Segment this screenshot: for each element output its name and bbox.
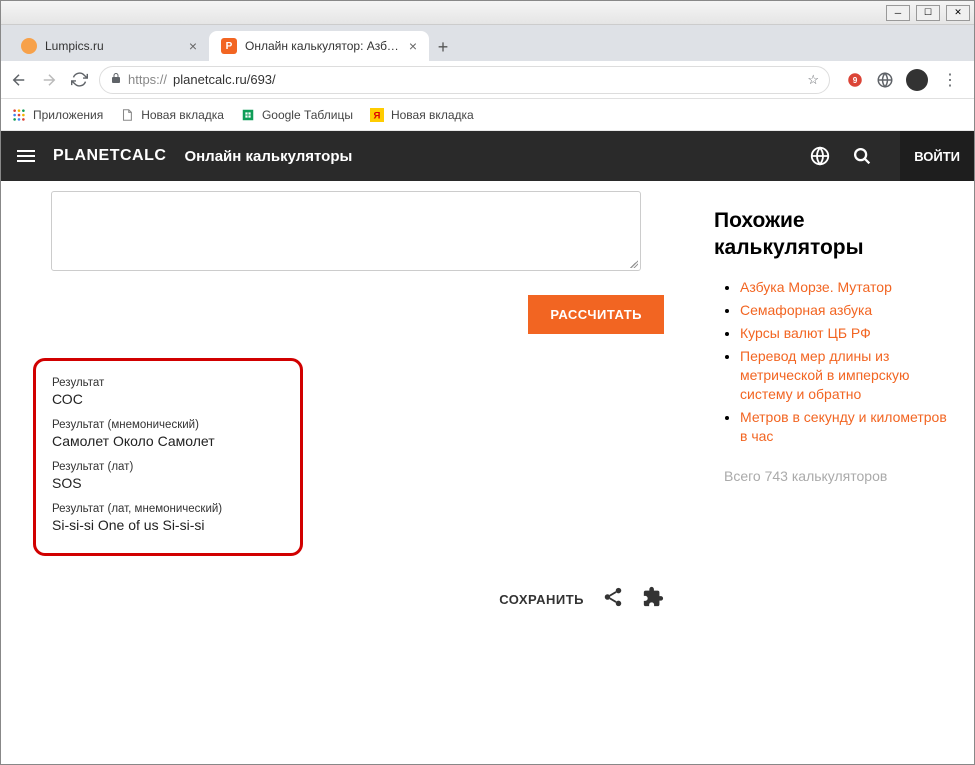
reload-button[interactable] bbox=[69, 70, 89, 90]
back-button[interactable] bbox=[9, 70, 29, 90]
related-link[interactable]: Курсы валют ЦБ РФ bbox=[740, 325, 871, 341]
minimize-button[interactable]: ─ bbox=[886, 5, 910, 21]
apps-icon bbox=[11, 107, 27, 123]
svg-text:Я: Я bbox=[374, 110, 381, 121]
bookmark-item[interactable]: Я Новая вкладка bbox=[369, 107, 474, 123]
menu-button[interactable]: ⋮ bbox=[940, 70, 960, 90]
tab-lumpics[interactable]: Lumpics.ru × bbox=[9, 31, 209, 61]
content-area: РАССЧИТАТЬ Результат СОС Результат (мнем… bbox=[1, 181, 974, 765]
bookmark-item[interactable]: Google Таблицы bbox=[240, 107, 353, 123]
search-icon[interactable] bbox=[850, 144, 874, 168]
share-icon[interactable] bbox=[602, 586, 624, 613]
close-tab-icon[interactable]: × bbox=[409, 38, 417, 54]
main-column: РАССЧИТАТЬ Результат СОС Результат (мнем… bbox=[21, 191, 714, 765]
menu-icon[interactable] bbox=[17, 150, 35, 162]
sidebar: Похожие калькуляторы Азбука Морзе. Мутат… bbox=[714, 191, 954, 765]
list-item: Метров в секунду и километров в час bbox=[740, 408, 954, 446]
result-label: Результат (лат) bbox=[52, 461, 284, 473]
page-icon bbox=[119, 107, 135, 123]
plugin-icon[interactable] bbox=[642, 586, 664, 613]
apps-button[interactable]: Приложения bbox=[11, 107, 103, 123]
tab-strip: Lumpics.ru × P Онлайн калькулятор: Азбук… bbox=[1, 25, 974, 61]
related-link[interactable]: Перевод мер длины из метрической в импер… bbox=[740, 348, 910, 402]
site-header: PLANETCALC Онлайн калькуляторы ВОЙТИ bbox=[1, 131, 974, 181]
url-input[interactable]: https:// planetcalc.ru/693/ ☆ bbox=[99, 66, 830, 94]
result-value: Самолет Около Самолет bbox=[52, 433, 284, 449]
url-scheme: https:// bbox=[128, 72, 167, 87]
bookmark-label: Приложения bbox=[33, 108, 103, 122]
tab-title: Онлайн калькулятор: Азбука М… bbox=[245, 39, 401, 53]
list-item: Перевод мер длины из метрической в импер… bbox=[740, 347, 954, 404]
logo-text[interactable]: PLANETCALC bbox=[53, 147, 166, 165]
language-icon[interactable] bbox=[808, 144, 832, 168]
new-tab-button[interactable]: + bbox=[429, 33, 457, 61]
related-link[interactable]: Азбука Морзе. Мутатор bbox=[740, 279, 892, 295]
sheets-icon bbox=[240, 107, 256, 123]
header-subtitle: Онлайн калькуляторы bbox=[184, 148, 352, 165]
save-button[interactable]: СОХРАНИТЬ bbox=[499, 592, 584, 607]
yandex-icon: Я bbox=[369, 107, 385, 123]
bookmark-label: Google Таблицы bbox=[262, 108, 353, 122]
results-panel: Результат СОС Результат (мнемонический) … bbox=[33, 358, 303, 556]
extension-icon[interactable]: 9 bbox=[846, 71, 864, 89]
svg-text:9: 9 bbox=[853, 76, 858, 85]
favicon-icon: P bbox=[221, 38, 237, 54]
actions-row: СОХРАНИТЬ bbox=[21, 586, 664, 613]
address-bar: https:// planetcalc.ru/693/ ☆ 9 ⋮ bbox=[1, 61, 974, 99]
input-textarea[interactable] bbox=[51, 191, 641, 271]
extension-icon[interactable] bbox=[876, 71, 894, 89]
total-count: Всего 743 калькуляторов bbox=[714, 466, 954, 487]
related-link[interactable]: Семафорная азбука bbox=[740, 302, 872, 318]
result-label: Результат bbox=[52, 377, 284, 389]
list-item: Азбука Морзе. Мутатор bbox=[740, 278, 954, 297]
sidebar-title: Похожие калькуляторы bbox=[714, 207, 954, 262]
maximize-button[interactable]: ☐ bbox=[916, 5, 940, 21]
star-icon[interactable]: ☆ bbox=[807, 72, 819, 88]
window-titlebar: ─ ☐ ✕ bbox=[1, 1, 974, 25]
browser-window: ─ ☐ ✕ Lumpics.ru × P Онлайн калькулятор:… bbox=[0, 0, 975, 765]
forward-button[interactable] bbox=[39, 70, 59, 90]
favicon-icon bbox=[21, 38, 37, 54]
tab-planetcalc[interactable]: P Онлайн калькулятор: Азбука М… × bbox=[209, 31, 429, 61]
extensions-area: 9 ⋮ bbox=[840, 69, 966, 91]
result-value: СОС bbox=[52, 391, 284, 407]
calculate-button[interactable]: РАССЧИТАТЬ bbox=[528, 295, 664, 334]
tab-title: Lumpics.ru bbox=[45, 39, 181, 53]
result-value: Si-si-si One of us Si-si-si bbox=[52, 517, 284, 533]
profile-avatar[interactable] bbox=[906, 69, 928, 91]
login-button[interactable]: ВОЙТИ bbox=[900, 131, 974, 181]
list-item: Курсы валют ЦБ РФ bbox=[740, 324, 954, 343]
lock-icon bbox=[110, 72, 122, 87]
bookmark-label: Новая вкладка bbox=[391, 108, 474, 122]
bookmark-label: Новая вкладка bbox=[141, 108, 224, 122]
result-label: Результат (мнемонический) bbox=[52, 419, 284, 431]
bookmark-item[interactable]: Новая вкладка bbox=[119, 107, 224, 123]
close-tab-icon[interactable]: × bbox=[189, 38, 197, 54]
bookmarks-bar: Приложения Новая вкладка Google Таблицы … bbox=[1, 99, 974, 131]
close-button[interactable]: ✕ bbox=[946, 5, 970, 21]
result-value: SOS bbox=[52, 475, 284, 491]
list-item: Семафорная азбука bbox=[740, 301, 954, 320]
url-text: planetcalc.ru/693/ bbox=[173, 72, 276, 87]
related-list: Азбука Морзе. Мутатор Семафорная азбука … bbox=[714, 278, 954, 446]
related-link[interactable]: Метров в секунду и километров в час bbox=[740, 409, 947, 444]
result-label: Результат (лат, мнемонический) bbox=[52, 503, 284, 515]
